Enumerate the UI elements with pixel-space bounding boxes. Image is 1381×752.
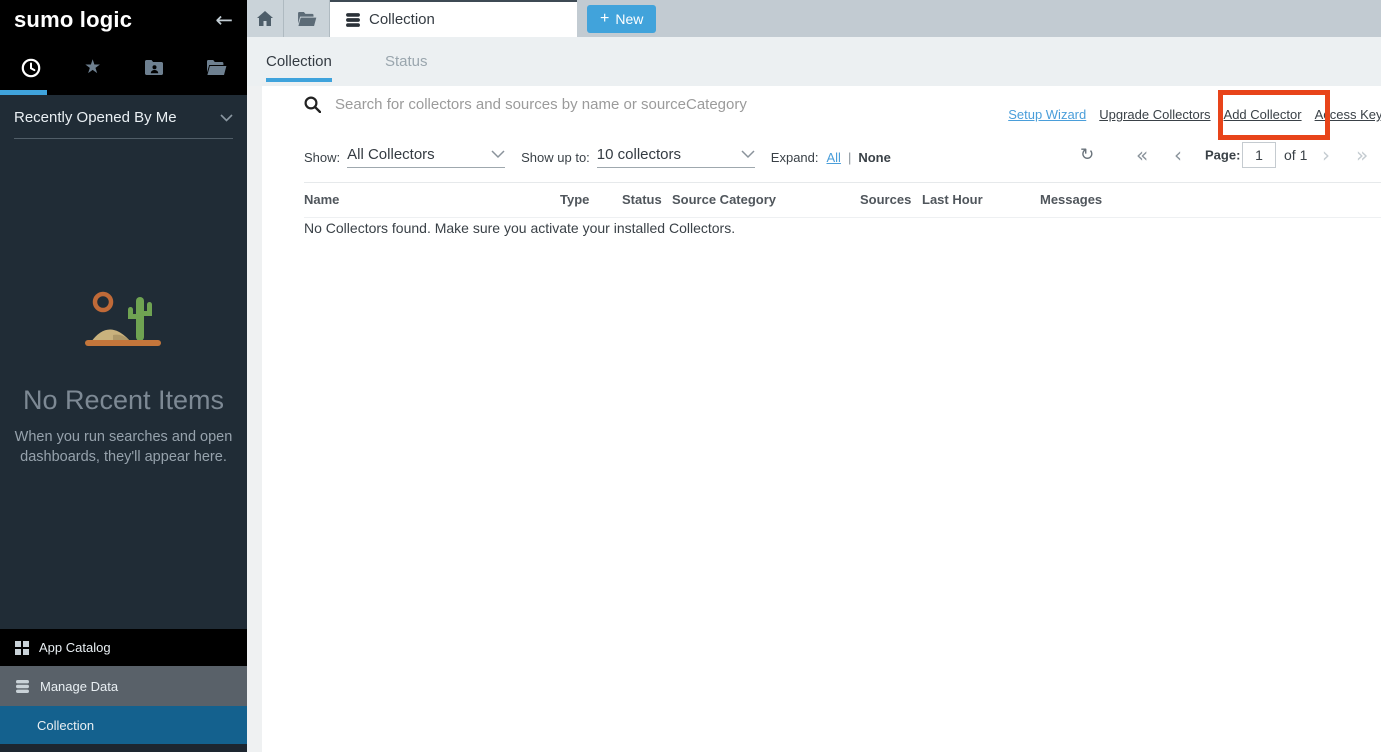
- column-header-name[interactable]: Name: [304, 192, 560, 207]
- setup-wizard-link[interactable]: Setup Wizard: [1008, 107, 1086, 122]
- no-recent-items-title: No Recent Items: [0, 385, 247, 416]
- top-tab-strip: Collection + New: [247, 0, 1381, 37]
- nav-label: Manage Data: [40, 679, 118, 694]
- page-label: Page:: [1205, 148, 1240, 163]
- database-icon: [15, 679, 30, 694]
- plus-icon: +: [600, 11, 609, 27]
- sumo-logic-logo: sumo logic: [14, 7, 215, 33]
- page-total: of 1: [1284, 147, 1307, 163]
- nav-label: Collection: [37, 718, 94, 733]
- tab-status[interactable]: Status: [385, 53, 428, 70]
- add-collector-link[interactable]: Add Collector: [1224, 107, 1302, 122]
- column-header-sources[interactable]: Sources: [860, 192, 922, 207]
- sidebar-item-manage-data[interactable]: Manage Data: [0, 666, 247, 706]
- collection-window-tab[interactable]: Collection: [330, 0, 577, 37]
- previous-page-icon[interactable]: ‹: [1174, 143, 1182, 167]
- open-folder-icon: [297, 11, 317, 27]
- new-button-label: New: [615, 11, 643, 27]
- chevron-down-icon: [220, 114, 233, 122]
- no-recent-items-subtitle: When you run searches and open dashboard…: [14, 428, 234, 467]
- sidebar-icon-tabs: ★: [0, 40, 247, 95]
- new-button[interactable]: + New: [587, 5, 656, 33]
- access-keys-link[interactable]: Access Keys: [1315, 107, 1381, 122]
- home-icon: [257, 11, 273, 26]
- sidebar-footer-filler: [0, 744, 247, 752]
- desert-illustration: [0, 289, 247, 351]
- sub-tab-bar: Collection Status: [247, 37, 1381, 86]
- sidebar-header: sumo logic ←: [0, 0, 247, 40]
- upgrade-collectors-link[interactable]: Upgrade Collectors: [1099, 107, 1210, 122]
- action-links: Setup Wizard Upgrade Collectors Add Coll…: [1008, 107, 1381, 122]
- open-folder-icon: [206, 59, 227, 76]
- collectors-table-header: Name Type Status Source Category Sources…: [304, 182, 1381, 218]
- first-page-icon[interactable]: «: [1136, 143, 1148, 167]
- collapse-sidebar-icon[interactable]: ←: [215, 8, 233, 32]
- main-area: Collection + New Collection Status Setup…: [247, 0, 1381, 752]
- clock-icon: [21, 58, 41, 78]
- sidebar-item-app-catalog[interactable]: App Catalog: [0, 629, 247, 666]
- page-number-input[interactable]: [1242, 142, 1276, 168]
- grid-icon: [15, 641, 29, 655]
- column-header-messages[interactable]: Messages: [1040, 192, 1381, 207]
- user-folder-icon: [144, 59, 164, 76]
- sidebar-bottom-nav: App Catalog Manage Data Collection: [0, 629, 247, 752]
- search-bar: [304, 96, 895, 113]
- tab-collection[interactable]: Collection: [266, 53, 332, 70]
- column-header-status[interactable]: Status: [622, 192, 672, 207]
- tab-title: Collection: [369, 11, 435, 28]
- recently-opened-dropdown[interactable]: Recently Opened By Me: [14, 109, 233, 139]
- recently-opened-label: Recently Opened By Me: [14, 109, 220, 126]
- shared-folders-tab[interactable]: [124, 40, 186, 95]
- star-icon: ★: [84, 58, 101, 77]
- next-page-icon[interactable]: ›: [1322, 143, 1330, 167]
- nav-label: App Catalog: [39, 640, 111, 655]
- recents-tab[interactable]: [0, 40, 62, 95]
- column-header-last-hour[interactable]: Last Hour: [922, 192, 1040, 207]
- refresh-icon[interactable]: ↻: [1080, 145, 1094, 165]
- favorites-tab[interactable]: ★: [62, 40, 124, 95]
- column-header-source-category[interactable]: Source Category: [672, 192, 860, 207]
- active-tab-indicator: [0, 90, 47, 95]
- home-tab[interactable]: [247, 0, 284, 37]
- collection-panel: Setup Wizard Upgrade Collectors Add Coll…: [262, 86, 1381, 752]
- column-header-type[interactable]: Type: [560, 192, 622, 207]
- personal-folder-tab[interactable]: [185, 40, 247, 95]
- search-icon: [304, 96, 321, 113]
- sidebar-item-collection[interactable]: Collection: [0, 706, 247, 744]
- app-window: sumo logic ← ★: [0, 0, 1381, 752]
- library-tab[interactable]: [284, 0, 330, 37]
- ground-line: [85, 340, 161, 346]
- empty-state-message: No Collectors found. Make sure you activ…: [304, 220, 735, 236]
- pagination-bar: ↻ « ‹ Page: of 1 › »: [262, 138, 1381, 172]
- last-page-icon[interactable]: »: [1356, 143, 1368, 167]
- search-input[interactable]: [335, 96, 895, 113]
- database-icon: [345, 12, 361, 28]
- sidebar: sumo logic ← ★: [0, 0, 247, 752]
- active-subtab-indicator: [266, 78, 332, 82]
- sun-icon: [95, 294, 111, 310]
